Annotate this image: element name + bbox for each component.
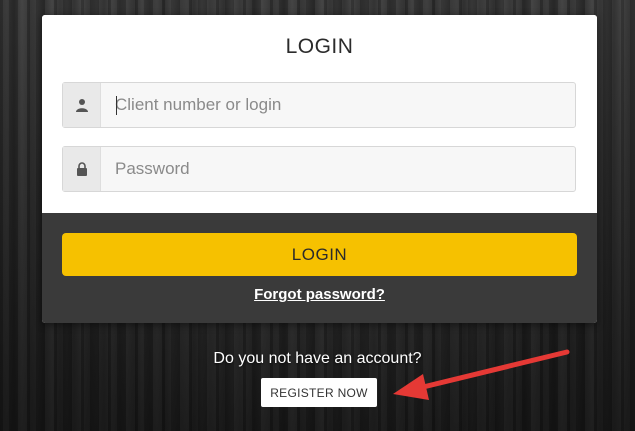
login-page: LOGIN Client number or login LOGIN Forgo… [0,0,635,431]
login-title: LOGIN [285,35,354,58]
login-card-footer: LOGIN Forgot password? [42,213,597,323]
login-card-form-area: LOGIN [42,15,597,213]
lock-icon [63,147,101,191]
user-icon [63,83,101,127]
text-cursor [116,96,117,115]
login-input[interactable] [101,83,571,127]
register-now-button[interactable]: REGISTER NOW [261,378,377,407]
forgot-password-row: Forgot password? [42,286,597,303]
forgot-password-link[interactable]: Forgot password? [254,286,385,303]
password-field[interactable] [62,146,576,192]
login-field[interactable] [62,82,576,128]
login-card: LOGIN Client number or login LOGIN Forgo… [42,15,597,323]
no-account-prompt: Do you not have an account? [213,350,422,367]
password-input[interactable] [101,147,571,191]
login-button[interactable]: LOGIN [62,233,577,276]
